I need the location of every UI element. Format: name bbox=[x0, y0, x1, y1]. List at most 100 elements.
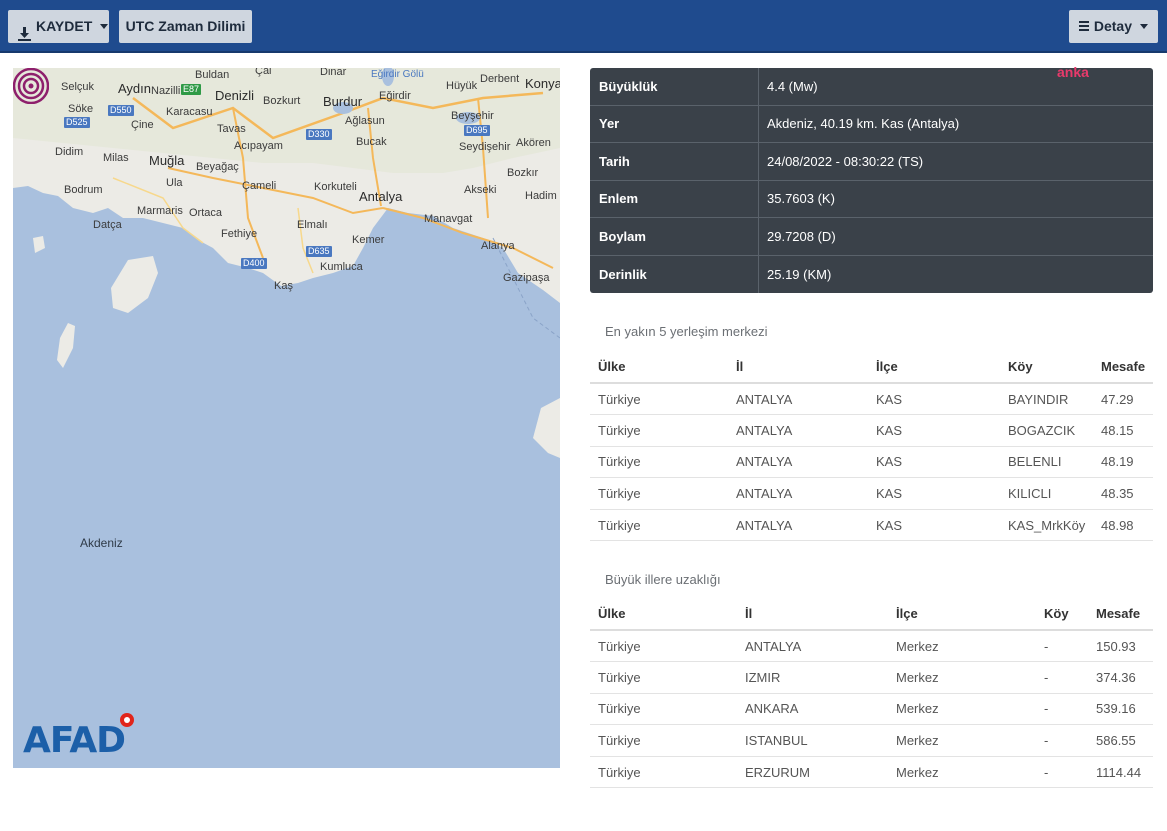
info-key: Enlem bbox=[590, 180, 759, 217]
map-city-label: Bozkır bbox=[507, 167, 539, 179]
table-cell: BAYINDIR bbox=[1000, 383, 1093, 416]
table-cell: 374.36 bbox=[1088, 661, 1153, 694]
info-row-date: Tarih 24/08/2022 - 08:30:22 (TS) bbox=[590, 143, 1153, 181]
table-cell: ANTALYA bbox=[728, 477, 868, 510]
top-toolbar: KAYDET UTC Zaman Dilimi Detay bbox=[0, 0, 1167, 53]
map-city-label: Kumluca bbox=[320, 261, 363, 273]
utc-timezone-label: UTC Zaman Dilimi bbox=[125, 18, 246, 34]
map-city-label: Eğirdir bbox=[379, 90, 411, 102]
table-cell: ANTALYA bbox=[728, 414, 868, 447]
map-city-label: Manavgat bbox=[424, 213, 473, 225]
map-city-label: Marmaris bbox=[137, 205, 183, 217]
table-cell: - bbox=[1036, 693, 1088, 726]
table-cell: Türkiye bbox=[590, 630, 737, 663]
road-sign: D635 bbox=[306, 246, 332, 257]
map-city-label: Datça bbox=[93, 219, 122, 231]
map-city-label: Seydişehir bbox=[459, 141, 511, 153]
table-cell: Türkiye bbox=[590, 661, 737, 694]
table-cell: Merkez bbox=[888, 693, 1036, 726]
table-cell: - bbox=[1036, 661, 1088, 694]
table-row: Türkiye ANTALYA KAS BELENLI 48.19 bbox=[590, 446, 1153, 479]
table-cell: ANKARA bbox=[737, 693, 888, 726]
chevron-down-icon bbox=[1140, 24, 1148, 29]
table-row: Türkiye ANTALYA Merkez - 150.93 bbox=[590, 630, 1153, 663]
map-city-label: Selçuk bbox=[61, 81, 95, 93]
map-city-label: Ula bbox=[166, 177, 183, 189]
table-row: Türkiye ANTALYA KAS BAYINDIR 47.29 bbox=[590, 383, 1153, 416]
map-city-label: Ortaca bbox=[189, 207, 223, 219]
info-key: Tarih bbox=[590, 143, 759, 180]
table-cell: 48.19 bbox=[1093, 446, 1153, 479]
map-city-label: Akseki bbox=[464, 184, 497, 196]
chevron-down-icon bbox=[100, 24, 109, 29]
column-header: Köy bbox=[1000, 350, 1093, 384]
map-city-label: Çine bbox=[131, 119, 154, 131]
table-cell: Merkez bbox=[888, 661, 1036, 694]
road-sign: E87 bbox=[181, 84, 202, 95]
info-value: 35.7603 (K) bbox=[767, 191, 835, 207]
road-sign: D330 bbox=[306, 129, 332, 140]
utc-timezone-button[interactable]: UTC Zaman Dilimi bbox=[119, 10, 252, 43]
info-value: 4.4 (Mw) bbox=[767, 78, 818, 94]
detail-button[interactable]: Detay bbox=[1069, 10, 1158, 43]
table-cell: ANTALYA bbox=[728, 509, 868, 542]
table-cell: BELENLI bbox=[1000, 446, 1093, 479]
table-cell: Türkiye bbox=[590, 724, 737, 757]
table-row: Türkiye ANTALYA KAS KILICLI 48.35 bbox=[590, 477, 1153, 510]
watermark-logo: anka bbox=[1057, 64, 1089, 80]
save-button[interactable]: KAYDET bbox=[8, 10, 109, 43]
nearest-settlements-title: En yakın 5 yerleşim merkezi bbox=[605, 324, 768, 339]
map-city-label: Çal bbox=[255, 68, 272, 77]
map-city-label: Kaş bbox=[274, 280, 293, 292]
road-sign: D400 bbox=[241, 258, 267, 269]
table-cell: KILICLI bbox=[1000, 477, 1093, 510]
table-cell: ERZURUM bbox=[737, 756, 888, 789]
table-header-row: Ülke İl İlçe Köy Mesafe bbox=[590, 350, 1153, 384]
column-header: İlçe bbox=[868, 350, 1000, 384]
map-city-label: Bodrum bbox=[64, 184, 103, 196]
column-header: Mesafe bbox=[1088, 597, 1153, 631]
map-city-label: Söke bbox=[68, 103, 94, 115]
column-header: Ülke bbox=[590, 597, 737, 631]
table-cell: ANTALYA bbox=[728, 446, 868, 479]
map-city-label: Akören bbox=[516, 137, 551, 149]
map-city-label: Elmalı bbox=[297, 219, 328, 231]
map-city-label: Ağlasun bbox=[345, 115, 385, 127]
table-cell: 586.55 bbox=[1088, 724, 1153, 757]
column-header: İl bbox=[737, 597, 888, 631]
table-cell: - bbox=[1036, 724, 1088, 757]
table-cell: - bbox=[1036, 630, 1088, 663]
save-button-label: KAYDET bbox=[36, 18, 93, 34]
map-city-label: Antalya bbox=[359, 189, 403, 204]
table-cell: IZMIR bbox=[737, 661, 888, 694]
table-cell: Türkiye bbox=[590, 446, 728, 479]
download-icon bbox=[18, 20, 31, 41]
earthquake-map[interactable]: Aydın Selçuk Nazilli Buldan Çal Dinar Eğ… bbox=[13, 68, 560, 768]
map-city-label: Çameli bbox=[242, 180, 277, 192]
map-lake-label: Eğirdir Gölü bbox=[371, 69, 424, 80]
earthquake-info-table: Büyüklük 4.4 (Mw) Yer Akdeniz, 40.19 km.… bbox=[590, 68, 1153, 293]
column-header: Ülke bbox=[590, 350, 728, 384]
table-cell: - bbox=[1036, 756, 1088, 789]
map-city-label: Hadim bbox=[525, 190, 557, 202]
table-cell: Türkiye bbox=[590, 414, 728, 447]
info-key: Derinlik bbox=[590, 255, 759, 293]
table-cell: 150.93 bbox=[1088, 630, 1153, 663]
table-row: Türkiye ERZURUM Merkez - 1114.44 bbox=[590, 756, 1153, 789]
table-cell: Türkiye bbox=[590, 693, 737, 726]
map-city-label: Tavas bbox=[217, 123, 246, 135]
map-city-label: Kemer bbox=[352, 234, 385, 246]
column-header: Köy bbox=[1036, 597, 1088, 631]
map-city-label: Denizli bbox=[215, 88, 255, 103]
epicenter-marker[interactable] bbox=[13, 68, 49, 104]
map-city-label: Konya bbox=[525, 76, 560, 91]
list-icon bbox=[1079, 20, 1089, 33]
map-city-label: Beyağaç bbox=[196, 161, 239, 173]
table-cell: KAS bbox=[868, 477, 1000, 510]
table-cell: ANTALYA bbox=[728, 383, 868, 416]
table-cell: Türkiye bbox=[590, 509, 728, 542]
map-city-label: Buldan bbox=[195, 69, 230, 81]
map-city-label: Karacasu bbox=[166, 106, 213, 118]
table-cell: Merkez bbox=[888, 630, 1036, 663]
sea-label: Akdeniz bbox=[80, 536, 123, 550]
